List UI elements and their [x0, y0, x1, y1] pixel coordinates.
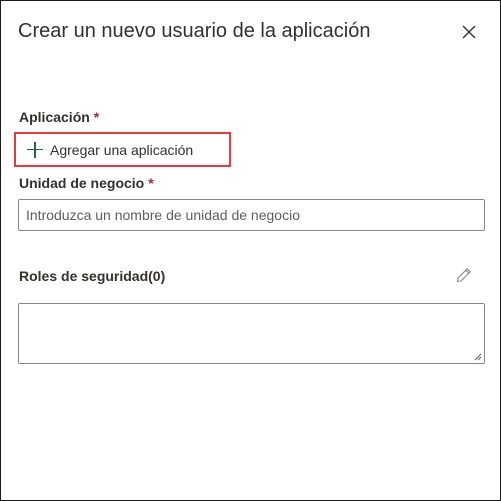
create-app-user-panel: Crear un nuevo usuario de la aplicación …: [0, 0, 501, 501]
business-unit-label: Unidad de negocio *: [19, 174, 154, 192]
edit-security-roles-button[interactable]: [453, 264, 475, 286]
application-label: Aplicación *: [19, 108, 99, 126]
business-unit-label-text: Unidad de negocio: [19, 175, 145, 191]
panel-title: Crear un nuevo usuario de la aplicación: [18, 20, 371, 42]
add-application-label: Agregar una aplicación: [50, 141, 194, 158]
security-roles-field[interactable]: [18, 303, 485, 364]
resize-grip-icon[interactable]: [474, 353, 482, 361]
required-marker: *: [148, 175, 154, 191]
close-button[interactable]: [457, 20, 481, 44]
required-marker: *: [93, 109, 100, 125]
security-roles-label: Roles de seguridad(0): [19, 268, 166, 284]
business-unit-input[interactable]: [18, 199, 485, 231]
application-label-text: Aplicación: [19, 109, 90, 125]
pencil-icon: [456, 268, 471, 283]
add-application-button[interactable]: Agregar una aplicación: [14, 132, 231, 167]
plus-icon: [27, 141, 43, 158]
close-icon: [462, 25, 476, 39]
